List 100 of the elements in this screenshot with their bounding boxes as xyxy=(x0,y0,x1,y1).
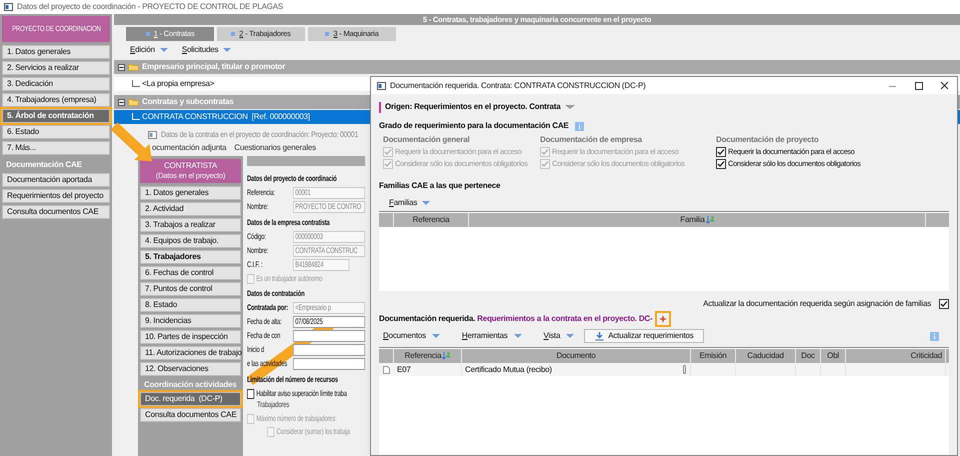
sidebar-section-label: Documentación CAE xyxy=(5,159,83,171)
table-cell: Certificado Mutua (recibo) xyxy=(465,364,552,374)
sidebar-item[interactable]: Requerimientos del proyecto xyxy=(2,189,110,203)
sparkle-button[interactable] xyxy=(655,311,672,327)
dropdown-caret-icon xyxy=(432,333,440,339)
table-cell: E07 xyxy=(394,363,462,376)
sidebar-item[interactable]: 8. Estado xyxy=(140,298,241,312)
input-field[interactable]: 07/08/2025 xyxy=(293,316,366,328)
column-header[interactable]: Referencia xyxy=(394,213,469,227)
checkbox-label: Considerar (sumar) los trabaja xyxy=(276,426,350,436)
tree-connector-icon xyxy=(132,113,140,121)
menu-button[interactable]: Vista xyxy=(544,331,574,341)
field-label: Fecha de con xyxy=(247,331,282,341)
checkbox[interactable] xyxy=(247,388,254,398)
checkbox-label: Máximo número de trabajadores: xyxy=(256,414,337,424)
sidebar-item[interactable]: 3. Dedicación xyxy=(2,77,110,91)
tab[interactable]: ocumentación adjunta xyxy=(152,143,226,153)
window-title: Datos del proyecto de coordinación - PROYECTO DE CONTROL DE PLAGAS xyxy=(17,2,284,12)
menu-button[interactable]: Familias xyxy=(389,197,430,209)
column-header[interactable]: Familia xyxy=(469,213,926,227)
checkbox[interactable] xyxy=(939,299,949,309)
checkbox[interactable] xyxy=(716,159,726,169)
sidebar-item[interactable]: 4. Equipos de trabajo. xyxy=(140,234,241,248)
sidebar-item[interactable]: 1. Datos generales xyxy=(2,45,110,59)
sidebar-item[interactable]: 12. Observaciones xyxy=(140,362,241,376)
sidebar-item[interactable]: 9. Incidencias xyxy=(140,314,241,328)
app-icon xyxy=(4,3,13,11)
info-icon xyxy=(574,122,584,130)
sidebar-item[interactable]: 2. Actividad xyxy=(140,202,241,216)
sidebar-item[interactable]: 1. Datos generales xyxy=(140,186,241,200)
sidebar-item[interactable]: 7. Puntos de control xyxy=(140,282,241,296)
sidebar-item[interactable]: 11. Autorizaciones de trabajo xyxy=(140,346,241,360)
sparkle-icon xyxy=(658,314,668,324)
section-heading: Familias CAE a las que pertenece xyxy=(379,181,502,191)
menu-button[interactable]: Documentos xyxy=(383,331,440,341)
info-icon xyxy=(930,332,939,340)
dropdown-caret-icon xyxy=(160,47,168,53)
checkbox-label: Actualizar la documentación requerida según asignación de familias xyxy=(703,299,931,309)
sidebar-item[interactable]: 4. Trabajadores (empresa) xyxy=(2,93,110,107)
dropdown-caret-icon xyxy=(566,333,574,339)
dropdown-caret-icon xyxy=(514,333,522,339)
collapse-icon xyxy=(118,98,125,106)
sidebar-item[interactable]: 2. Servicios a realizar xyxy=(2,61,110,75)
sidebar-section-label: Coordinación actividades xyxy=(143,379,238,390)
window-icon xyxy=(377,82,386,90)
input-field[interactable] xyxy=(293,330,366,342)
sidebar-item[interactable]: 6. Estado xyxy=(2,125,110,139)
menu-button[interactable]: Solicitudes xyxy=(182,45,232,55)
group-heading: Documentación general xyxy=(383,135,470,145)
dialog-title: Documentación requerida. Contrata: CONTRATA CONSTRUCCION (DC-P) xyxy=(390,80,647,90)
sidebar-item[interactable]: 3. Trabajos a realizar xyxy=(140,218,241,232)
section-heading: Datos de la empresa contratista xyxy=(247,218,331,228)
document-icon xyxy=(383,366,390,374)
dropdown-caret-icon xyxy=(422,200,430,206)
group-heading: Documentación de empresa xyxy=(540,135,642,145)
field-label: Contratada por: xyxy=(247,303,290,313)
input-field[interactable] xyxy=(293,344,366,356)
field-label: C.I.F. : xyxy=(247,260,264,270)
sidebar-item[interactable]: 5. Árbol de contratación xyxy=(2,109,110,123)
section-heading: Grado de requerimiento para la documentación CAE xyxy=(379,121,569,131)
field-label: Código: xyxy=(247,232,267,242)
section-subheading: Trabajadores xyxy=(256,400,290,411)
arrow xyxy=(110,122,152,162)
origin-label: Origen: Requerimientos en el proyecto. Contrata xyxy=(385,102,561,112)
update-button[interactable]: Actualizar requerimientos xyxy=(584,329,704,343)
origin-marker xyxy=(379,102,381,112)
sidebar-item[interactable]: Doc. requerida (DC-P) xyxy=(140,392,241,406)
menu-button[interactable]: Herramientas xyxy=(462,331,522,341)
checkbox[interactable] xyxy=(716,147,726,157)
window-title: Datos de la contrata en el proyecto de coordinación: Proyecto: 00001 xyxy=(161,130,358,140)
folder-icon xyxy=(128,98,139,106)
sidebar-item[interactable]: 6. Fechas de control xyxy=(140,266,241,280)
sidebar-item[interactable]: 10. Partes de inspección xyxy=(140,330,241,344)
download-icon xyxy=(595,332,604,340)
checkbox-label: Es un trabajador autónomo xyxy=(256,274,322,284)
sidebar-item[interactable]: 7. Más... xyxy=(2,141,110,155)
close-icon[interactable] xyxy=(938,80,950,90)
input-field[interactable] xyxy=(293,358,366,370)
field-label: Fecha de alta: xyxy=(247,317,282,327)
maximize-icon[interactable] xyxy=(912,80,924,90)
collapse-icon xyxy=(118,64,125,70)
field-label: Referencia: xyxy=(247,188,276,198)
window-icon xyxy=(148,131,157,139)
sidebar-item[interactable]: Consulta documentos CAE xyxy=(140,408,241,422)
sort-icon xyxy=(442,352,450,360)
field-label: Nombre: xyxy=(247,202,270,212)
tab[interactable]: Cuestionarios generales xyxy=(234,143,316,153)
section-heading: Documentación requerida. Requerimientos a la contrata en el proyecto. DC- xyxy=(379,314,652,324)
menu-button[interactable]: Edición xyxy=(130,45,168,55)
field-label: Nombre: xyxy=(247,246,270,256)
section-heading: Datos de contratación xyxy=(247,289,306,299)
checkbox-label: Habilitar aviso superación límite traba xyxy=(256,388,347,398)
dropdown-caret-icon xyxy=(223,47,232,53)
paperclip-icon xyxy=(682,365,687,374)
sidebar-item[interactable]: 5. Trabajadores xyxy=(140,250,241,264)
sidebar-item[interactable]: Consulta documentos CAE xyxy=(2,205,110,219)
field-label: Inicio d xyxy=(247,345,266,355)
group-heading: Documentación de proyecto xyxy=(716,135,819,145)
sidebar-item[interactable]: Documentación aportada xyxy=(2,173,110,187)
sort-icon xyxy=(706,216,714,224)
